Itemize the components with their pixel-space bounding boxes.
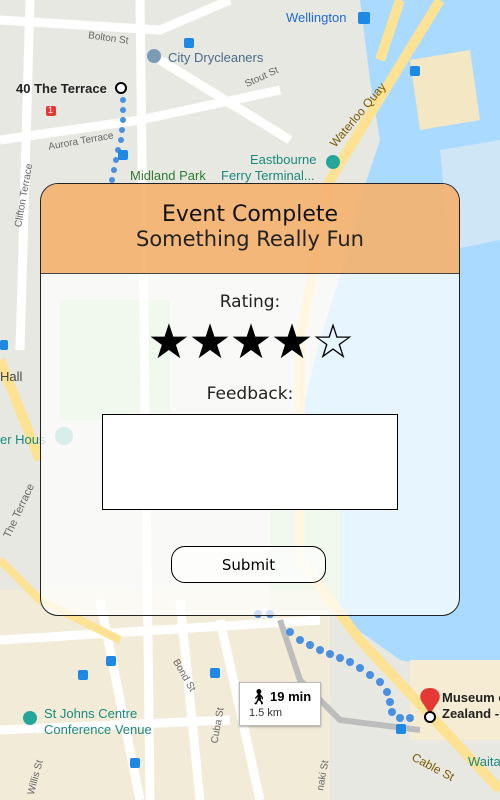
event-complete-dialog: Event Complete Something Really Fun Rati… bbox=[40, 183, 460, 616]
star-rating[interactable]: ★★★★☆ bbox=[41, 316, 459, 368]
route-duration: 19 min bbox=[270, 689, 312, 704]
star-filled-icon[interactable]: ★ bbox=[188, 316, 231, 368]
map-label-ferry-terminal: Ferry Terminal... bbox=[221, 168, 315, 183]
map-label-midland-park: Midland Park bbox=[130, 168, 206, 183]
route-distance: 1.5 km bbox=[249, 707, 283, 719]
map-label-museum-1: Museum o bbox=[442, 690, 500, 705]
star-empty-icon[interactable]: ☆ bbox=[312, 316, 355, 368]
star-filled-icon[interactable]: ★ bbox=[229, 316, 272, 368]
map-label-hall: Hall bbox=[0, 369, 23, 384]
star-filled-icon[interactable]: ★ bbox=[271, 316, 314, 368]
map-label-er-hous: er Hous bbox=[0, 432, 46, 447]
dialog-title: Event Complete bbox=[161, 202, 339, 227]
map-label-waita: Waita bbox=[468, 754, 500, 769]
star-filled-icon[interactable]: ★ bbox=[147, 316, 190, 368]
map-label-start: 40 The Terrace bbox=[16, 81, 107, 96]
walking-icon: 🚶︎ bbox=[249, 689, 269, 706]
rating-label: Rating: bbox=[219, 292, 281, 312]
route-info-card[interactable]: 🚶︎ 19 min 1.5 km bbox=[239, 682, 321, 726]
feedback-label: Feedback: bbox=[206, 384, 294, 404]
map-label-eastbourne: Eastbourne bbox=[250, 152, 317, 167]
map-label-st-johns-1: St Johns Centre bbox=[44, 706, 138, 721]
map-route-marker-number: 1 bbox=[48, 105, 54, 115]
map-label-museum-2: Zealand - bbox=[442, 706, 500, 721]
feedback-input[interactable] bbox=[102, 414, 398, 510]
map-label-city-drycleaners: City Drycleaners bbox=[168, 50, 264, 65]
map-label-st-johns-2: Conference Venue bbox=[44, 722, 152, 737]
map-label-wellington: Wellington bbox=[286, 10, 347, 25]
dialog-header: Event Complete Something Really Fun bbox=[41, 184, 459, 274]
event-name: Something Really Fun bbox=[135, 227, 364, 251]
submit-button[interactable]: Submit bbox=[171, 546, 326, 583]
